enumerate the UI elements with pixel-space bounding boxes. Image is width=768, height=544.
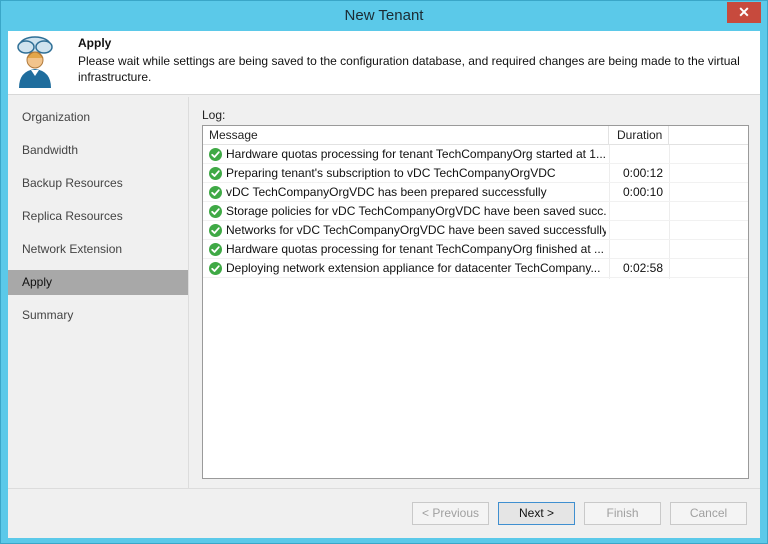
success-check-icon [209,205,222,218]
log-message: Deploying network extension appliance fo… [226,261,601,275]
success-check-icon [209,262,222,275]
log-duration: 0:02:58 [622,261,663,275]
next-button[interactable]: Next > [498,502,575,525]
sidebar-item-backup-resources[interactable]: Backup Resources [8,171,188,196]
success-check-icon [209,186,222,199]
log-row[interactable]: Deploying network extension appliance fo… [203,259,748,278]
step-content: Log: Message Duration Hardware quotas pr… [189,97,760,488]
sidebar-item-apply[interactable]: Apply [8,270,188,295]
log-row[interactable]: Storage policies for vDC TechCompanyOrgV… [203,202,748,221]
previous-button[interactable]: < Previous [412,502,489,525]
log-row[interactable]: Hardware quotas processing for tenant Te… [203,145,748,164]
user-cloud-icon [17,36,53,88]
finish-button[interactable]: Finish [584,502,661,525]
log-row[interactable]: Hardware quotas processing for tenant Te… [203,240,748,259]
log-duration: 0:00:12 [622,166,663,180]
success-check-icon [209,243,222,256]
log-row[interactable]: Networks for vDC TechCompanyOrgVDC have … [203,221,748,240]
log-message: Storage policies for vDC TechCompanyOrgV… [226,204,606,218]
success-check-icon [209,167,222,180]
sidebar-item-bandwidth[interactable]: Bandwidth [8,138,188,163]
close-button[interactable]: ✕ [727,2,761,23]
sidebar-item-replica-resources[interactable]: Replica Resources [8,204,188,229]
log-message: Preparing tenant's subscription to vDC T… [226,166,556,180]
log-duration: 0:00:10 [622,185,663,199]
column-header-message[interactable]: Message [203,126,609,145]
wizard-footer: < Previous Next > Finish Cancel [8,488,760,538]
sidebar-item-network-extension[interactable]: Network Extension [8,237,188,262]
step-description: Please wait while settings are being sav… [78,54,740,84]
title-bar[interactable]: New Tenant ✕ [1,1,767,31]
log-row[interactable]: Preparing tenant's subscription to vDC T… [203,164,748,183]
wizard-steps-sidebar: Organization Bandwidth Backup Resources … [8,97,188,488]
window-title: New Tenant [344,7,424,24]
log-row[interactable]: vDC TechCompanyOrgVDC has been prepared … [203,183,748,202]
log-message: Networks for vDC TechCompanyOrgVDC have … [226,223,606,237]
log-header-row: Message Duration [203,126,748,145]
step-header: Apply Please wait while settings are bei… [8,31,760,95]
log-message: Hardware quotas processing for tenant Te… [226,147,606,161]
sidebar-item-summary[interactable]: Summary [8,303,188,328]
log-message: Hardware quotas processing for tenant Te… [226,242,604,256]
column-header-duration[interactable]: Duration [609,126,669,145]
log-table[interactable]: Message Duration Hardware quotas process… [202,125,749,479]
step-title: Apply [78,36,112,50]
success-check-icon [209,224,222,237]
success-check-icon [209,148,222,161]
wizard-client-area: Apply Please wait while settings are bei… [8,31,760,538]
wizard-window: New Tenant ✕ Apply Please wait while set… [0,0,768,544]
log-label: Log: [202,108,226,122]
log-message: vDC TechCompanyOrgVDC has been prepared … [226,185,547,199]
sidebar-item-organization[interactable]: Organization [8,105,188,130]
cancel-button[interactable]: Cancel [670,502,747,525]
